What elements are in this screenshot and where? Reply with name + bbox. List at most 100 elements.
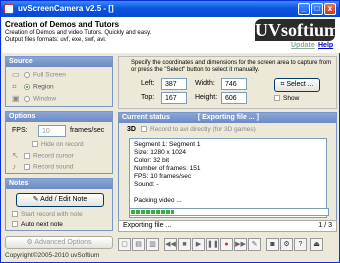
auto-next-checkbox[interactable] [12, 221, 18, 228]
page-indicator: 1 / 3 [318, 222, 332, 229]
app-window: uvScreenCamera v2.5 - [] _ □ x Creation … [0, 0, 340, 263]
hide-on-record-label: Hide on record [41, 141, 84, 148]
stop-icon[interactable]: ■ [178, 238, 191, 251]
full-screen-option[interactable]: ▭ Full Screen [12, 71, 66, 79]
status-panel: Current status[ Exporting file ... ] 3D … [118, 112, 337, 232]
options-panel: Options FPS: 10 frames/sec Hide on recor… [5, 111, 113, 174]
show-option[interactable]: Show [274, 95, 299, 102]
height-label: Height: [195, 94, 218, 101]
new-file-icon[interactable]: ▢ [118, 238, 131, 251]
log-line: Packing video ... [134, 197, 182, 204]
record-cursor-checkbox[interactable] [24, 153, 30, 159]
window-icon: ▣ [12, 94, 20, 103]
edit-icon[interactable]: ✎ [248, 238, 261, 251]
copyright: Copyright©2005-2010 uvSoftium [5, 252, 100, 259]
select-button[interactable]: ⌗ Select ... [274, 78, 320, 92]
source-title: Source [6, 57, 112, 67]
record-cursor-option[interactable]: ↖ Record cursor [12, 152, 74, 160]
advanced-options-label: Advanced Options [34, 239, 92, 246]
save-icon[interactable]: ▥ [146, 238, 159, 251]
record-sound-label: Record sound [33, 163, 74, 171]
status-header: Current status [ Exporting file ... ] [119, 113, 336, 123]
log-line: Number of frames: 151 [134, 165, 201, 172]
window-title: uvScreenCamera v2.5 - [] [18, 4, 114, 13]
header-banner: Creation of Demos and Tutors Creation of… [2, 17, 340, 53]
auto-next-option[interactable]: Auto next note [12, 221, 63, 228]
top-label: Top: [141, 94, 155, 101]
record-icon[interactable]: ● [220, 238, 233, 251]
status-log: Segment 1: Segment 1 Size: 1280 x 1024 C… [129, 138, 327, 218]
advanced-options-button[interactable]: ⚙ Advanced Options [5, 236, 113, 249]
banner-heading: Creation of Demos and Tutors [5, 20, 120, 29]
cursor-icon: ↖ [12, 151, 19, 160]
start-record-option[interactable]: Start record with note [12, 211, 83, 218]
rewind-icon[interactable]: ◀◀ [164, 238, 177, 251]
log-line: Segment 1: Segment 1 [134, 141, 201, 148]
full-screen-label: Full Screen [33, 71, 66, 79]
add-edit-note-label: Add / Edit Note [40, 196, 88, 203]
camera-icon[interactable]: ◙ [266, 238, 279, 251]
region-label: Region [33, 83, 54, 91]
pause-icon[interactable]: ❚❚ [206, 238, 219, 251]
width-label: Width: [195, 80, 215, 87]
top-field[interactable]: 167 [161, 92, 187, 104]
status-state: [ Exporting file ... ] [197, 114, 259, 121]
app-icon [4, 4, 14, 14]
progress-bar [129, 208, 329, 216]
update-link[interactable]: Update [291, 42, 315, 49]
hide-on-record-checkbox[interactable] [32, 141, 38, 148]
left-label: Left: [141, 80, 155, 87]
start-record-checkbox[interactable] [12, 211, 18, 218]
settings-icon[interactable]: ⚙ [280, 238, 293, 251]
record-sound-option[interactable]: ♪ Record sound [12, 163, 73, 171]
show-checkbox[interactable] [274, 95, 280, 102]
select-label: Select ... [286, 81, 314, 88]
region-instructions: Specify the coordinates and dimensions f… [131, 60, 332, 73]
full-screen-radio[interactable] [24, 72, 30, 78]
3d-label: 3D [127, 126, 136, 133]
help-link[interactable]: Help [318, 42, 333, 49]
log-line: Color: 32 bit [134, 157, 170, 164]
add-edit-note-button[interactable]: ✎ Add / Edit Note [16, 193, 104, 207]
banner-description: Creation of Demos and video Tutors. Quic… [5, 30, 175, 44]
status-title: Current status [122, 114, 170, 121]
window-radio[interactable] [24, 96, 30, 102]
record-3d-checkbox[interactable] [141, 126, 147, 133]
log-line: FPS: 10 frames/sec [134, 173, 192, 180]
height-field[interactable]: 606 [221, 92, 247, 104]
banner-line-2: Output files formats: uvf, exe, swf, avi… [5, 37, 107, 43]
region-radio[interactable] [24, 84, 30, 90]
region-icon: ⌗ [12, 82, 17, 91]
auto-next-label: Auto next note [21, 221, 63, 228]
record-cursor-label: Record cursor [33, 152, 74, 160]
region-option[interactable]: ⌗ Region [12, 83, 54, 91]
exit-icon[interactable]: ⏏ [310, 238, 323, 251]
log-line: Sound: - [134, 181, 159, 188]
status-text: Exporting file ... [123, 222, 172, 229]
fps-label: FPS: [12, 127, 28, 134]
forward-icon[interactable]: ▶▶ [234, 238, 247, 251]
region-panel: Specify the coordinates and dimensions f… [118, 56, 337, 109]
record-3d-option[interactable]: Record to avi directly (for 3D games) [141, 126, 256, 133]
left-field[interactable]: 387 [161, 78, 187, 90]
hide-on-record-option[interactable]: Hide on record [32, 141, 84, 148]
notes-title: Notes [6, 179, 112, 189]
monitor-icon: ▭ [12, 70, 20, 79]
width-field[interactable]: 746 [221, 78, 247, 90]
banner-line-1: Creation of Demos and video Tutors. Quic… [5, 30, 152, 36]
open-file-icon[interactable]: ▤ [132, 238, 145, 251]
show-label: Show [283, 95, 300, 102]
toolbar: ▢ ▤ ▥ ◀◀ ■ ▶ ❚❚ ● ▶▶ ✎ ◙ ⚙ ? ⏏ [118, 237, 337, 253]
notes-panel: Notes ✎ Add / Edit Note Start record wit… [5, 178, 113, 231]
record-sound-checkbox[interactable] [24, 164, 30, 170]
maximize-button[interactable]: □ [311, 3, 323, 15]
fps-select[interactable]: 10 [38, 125, 66, 137]
help-icon[interactable]: ? [294, 238, 307, 251]
close-button[interactable]: x [324, 3, 336, 15]
status-bar: Exporting file ... 1 / 3 [118, 220, 337, 232]
play-icon[interactable]: ▶ [192, 238, 205, 251]
fps-unit: frames/sec [70, 127, 105, 134]
window-option[interactable]: ▣ Window [12, 95, 56, 103]
source-panel: Source ▭ Full Screen ⌗ Region ▣ Window [5, 56, 113, 107]
minimize-button[interactable]: _ [298, 3, 310, 15]
